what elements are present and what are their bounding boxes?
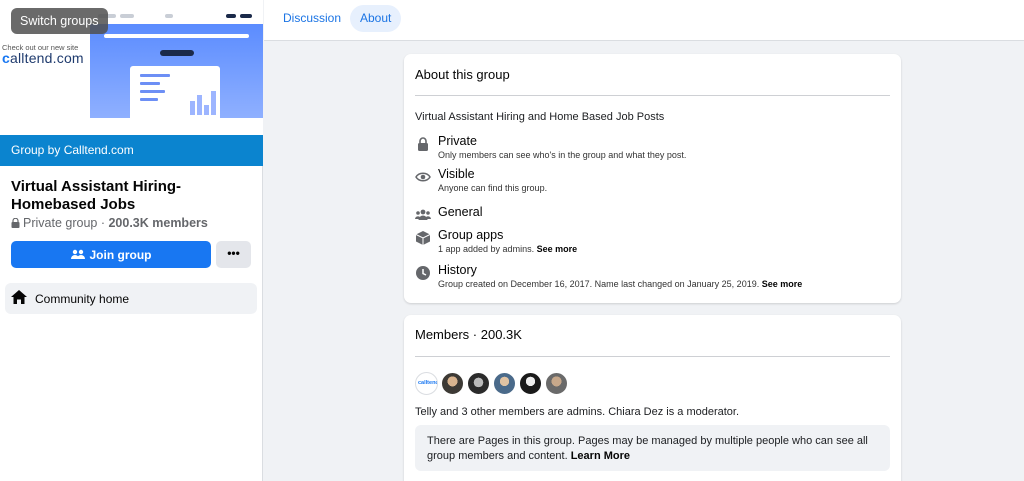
avatar[interactable]: calltend	[415, 372, 438, 395]
learn-more-link[interactable]: Learn More	[571, 450, 630, 462]
about-heading: About this group	[415, 67, 510, 82]
community-home-label: Community home	[35, 291, 130, 306]
tab-about[interactable]: About	[350, 5, 402, 32]
calltend-logo: calltend.com	[2, 50, 84, 66]
join-group-label: Join group	[89, 247, 152, 262]
more-options-button[interactable]: •••	[216, 241, 251, 268]
join-group-button[interactable]: Join group	[11, 241, 211, 268]
pages-notice: There are Pages in this group. Pages may…	[415, 425, 890, 471]
group-description: Virtual Assistant Hiring and Home Based …	[415, 111, 665, 123]
avatar[interactable]	[441, 372, 464, 395]
members-card: Members · 200.3K calltend Telly and 3 ot…	[404, 315, 901, 481]
group-member-count[interactable]: 200.3K members	[108, 216, 207, 230]
avatar[interactable]	[467, 372, 490, 395]
preview-nav	[90, 8, 263, 24]
tab-discussion[interactable]: Discussion	[273, 5, 351, 32]
group-sidebar: Check out our new site calltend.com Swit…	[0, 0, 263, 481]
lock-icon	[415, 136, 431, 152]
website-preview-image	[90, 8, 263, 118]
history-see-more-link[interactable]: See more	[762, 279, 803, 289]
group-name[interactable]: Virtual Assistant Hiring-Homebased Jobs	[11, 178, 251, 214]
group-apps-see-more-link[interactable]: See more	[537, 244, 578, 254]
members-divider	[415, 356, 890, 357]
group-meta: Private group · 200.3K members	[11, 216, 208, 230]
preview-hero	[90, 24, 263, 118]
group-tabs-bar: Discussion About	[264, 0, 1024, 41]
eye-icon	[415, 169, 431, 185]
group-privacy: Private group	[23, 216, 98, 230]
members-heading[interactable]: Members · 200.3K	[415, 327, 522, 342]
people-icon	[70, 248, 85, 262]
avatar[interactable]	[493, 372, 516, 395]
avatar[interactable]	[519, 372, 542, 395]
about-divider	[415, 95, 890, 96]
clock-icon	[415, 265, 431, 281]
about-group-card: About this group Virtual Assistant Hirin…	[404, 54, 901, 303]
people-icon	[415, 207, 431, 223]
lock-icon	[11, 217, 20, 228]
avatar[interactable]	[545, 372, 568, 395]
switch-groups-button[interactable]: Switch groups	[11, 8, 108, 34]
box-icon	[415, 230, 431, 246]
group-by-banner[interactable]: Group by Calltend.com	[0, 135, 263, 166]
admins-summary: Telly and 3 other members are admins. Ch…	[415, 406, 740, 418]
community-home-link[interactable]: Community home	[5, 283, 257, 314]
home-icon	[11, 290, 35, 307]
